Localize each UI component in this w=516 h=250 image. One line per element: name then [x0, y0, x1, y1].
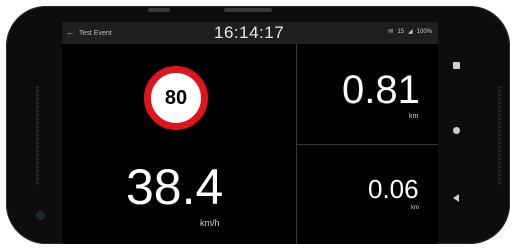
distance-secondary-unit: km: [411, 205, 419, 211]
recents-icon[interactable]: [453, 62, 460, 69]
battery-level: 100%: [416, 29, 432, 35]
current-speed-unit: km/h: [200, 218, 220, 228]
notification-icon: ✉: [388, 29, 394, 35]
distance-secondary-value: 0.06: [368, 174, 419, 204]
back-icon[interactable]: [453, 194, 459, 202]
clock: 16:14:17: [214, 23, 285, 42]
front-camera: [37, 212, 44, 219]
phone-volume-button: [224, 8, 272, 12]
status-bar: ← Test Event 16:14:17 ✉ 15 ◢ 100%: [62, 22, 438, 44]
android-nav-bar: [438, 22, 474, 244]
speaker-grille-right: [498, 86, 501, 186]
signal-icon: ◢: [408, 29, 413, 35]
notification-count: 15: [397, 29, 405, 35]
home-icon[interactable]: [453, 127, 460, 134]
speaker-grille-left: [36, 86, 39, 186]
app-screen: ← Test Event 16:14:17 ✉ 15 ◢ 100% 80 38.4 km…: [62, 22, 438, 244]
system-status-icons: ✉ 15 ◢ 100%: [384, 28, 432, 35]
distance-primary-value: 0.81: [342, 68, 420, 112]
speed-limit-value: 80: [164, 86, 188, 109]
back-to-event-link[interactable]: ← Test Event: [66, 27, 112, 37]
phone-side-button: [148, 8, 170, 12]
event-title[interactable]: Test Event: [79, 30, 112, 37]
back-arrow-icon[interactable]: ←: [66, 27, 75, 37]
speed-limit-sign: 80: [144, 66, 208, 130]
current-speed-value: 38.4: [126, 159, 224, 215]
panel-divider-horizontal: [297, 144, 438, 145]
distance-primary-unit: km: [409, 113, 419, 120]
